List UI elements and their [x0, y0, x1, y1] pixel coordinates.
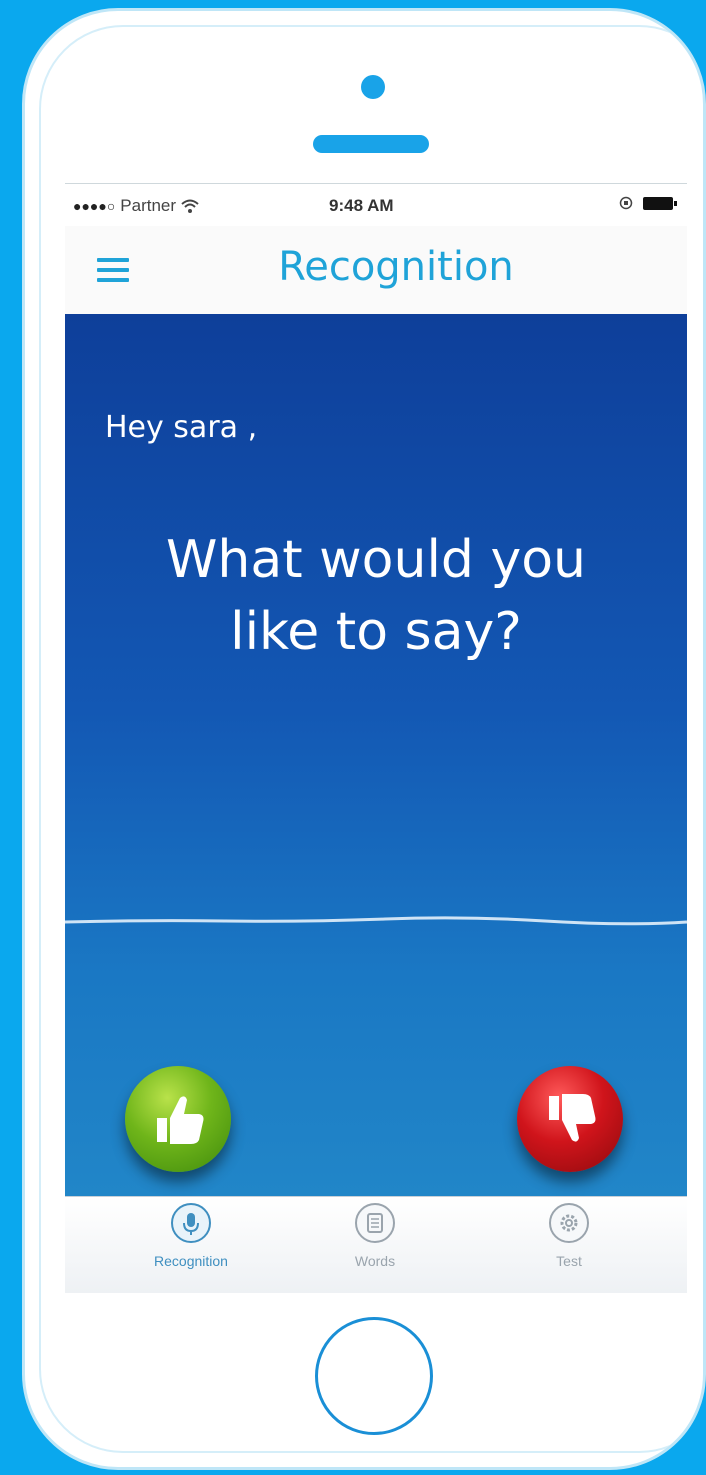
microphone-icon: [171, 1203, 211, 1243]
home-button[interactable]: [315, 1317, 433, 1435]
carrier-name: Partner: [120, 196, 177, 215]
prompt-line-2: like to say?: [230, 602, 522, 662]
tab-bar: Recognition Words Test: [65, 1196, 687, 1293]
thumbs-down-icon: [549, 1094, 596, 1142]
signal-strength-icon: ●●●●○: [73, 198, 116, 214]
greeting-text: Hey sara ,: [105, 410, 258, 445]
thumbs-down-button[interactable]: [517, 1066, 623, 1172]
tab-words-label: Words: [354, 1253, 396, 1269]
gear-icon: [549, 1203, 589, 1243]
navigation-bar: Recognition: [65, 226, 687, 314]
rotation-lock-icon: [619, 196, 633, 210]
thumbs-up-icon: [157, 1096, 204, 1144]
document-icon: [355, 1203, 395, 1243]
tab-recognition[interactable]: Recognition: [121, 1203, 261, 1289]
status-right: [619, 196, 677, 210]
audio-waveform: [65, 916, 687, 926]
tab-test-label: Test: [556, 1253, 582, 1269]
battery-icon: [643, 196, 677, 210]
status-left: ●●●●○ Partner: [73, 196, 199, 216]
tab-recognition-label: Recognition: [154, 1253, 228, 1269]
status-time: 9:48 AM: [329, 196, 394, 215]
tab-test[interactable]: Test: [499, 1203, 639, 1289]
page-title: Recognition: [278, 244, 514, 290]
speaker-icon: [313, 135, 429, 153]
recognition-panel: Hey sara , What would you like to say?: [65, 314, 687, 1196]
prompt-text: What would you like to say?: [65, 524, 687, 668]
camera-icon: [361, 75, 385, 99]
tab-words[interactable]: Words: [305, 1203, 445, 1289]
thumbs-up-button[interactable]: [125, 1066, 231, 1172]
phone-screen: ●●●●○ Partner 9:48 AM Recognition Hey sa…: [65, 183, 687, 1293]
status-bar: ●●●●○ Partner 9:48 AM: [65, 184, 687, 226]
phone-frame: ●●●●○ Partner 9:48 AM Recognition Hey sa…: [22, 8, 706, 1470]
prompt-line-1: What would you: [166, 530, 586, 590]
app-showcase: ●●●●○ Partner 9:48 AM Recognition Hey sa…: [0, 0, 706, 1475]
wifi-icon: [181, 199, 199, 213]
